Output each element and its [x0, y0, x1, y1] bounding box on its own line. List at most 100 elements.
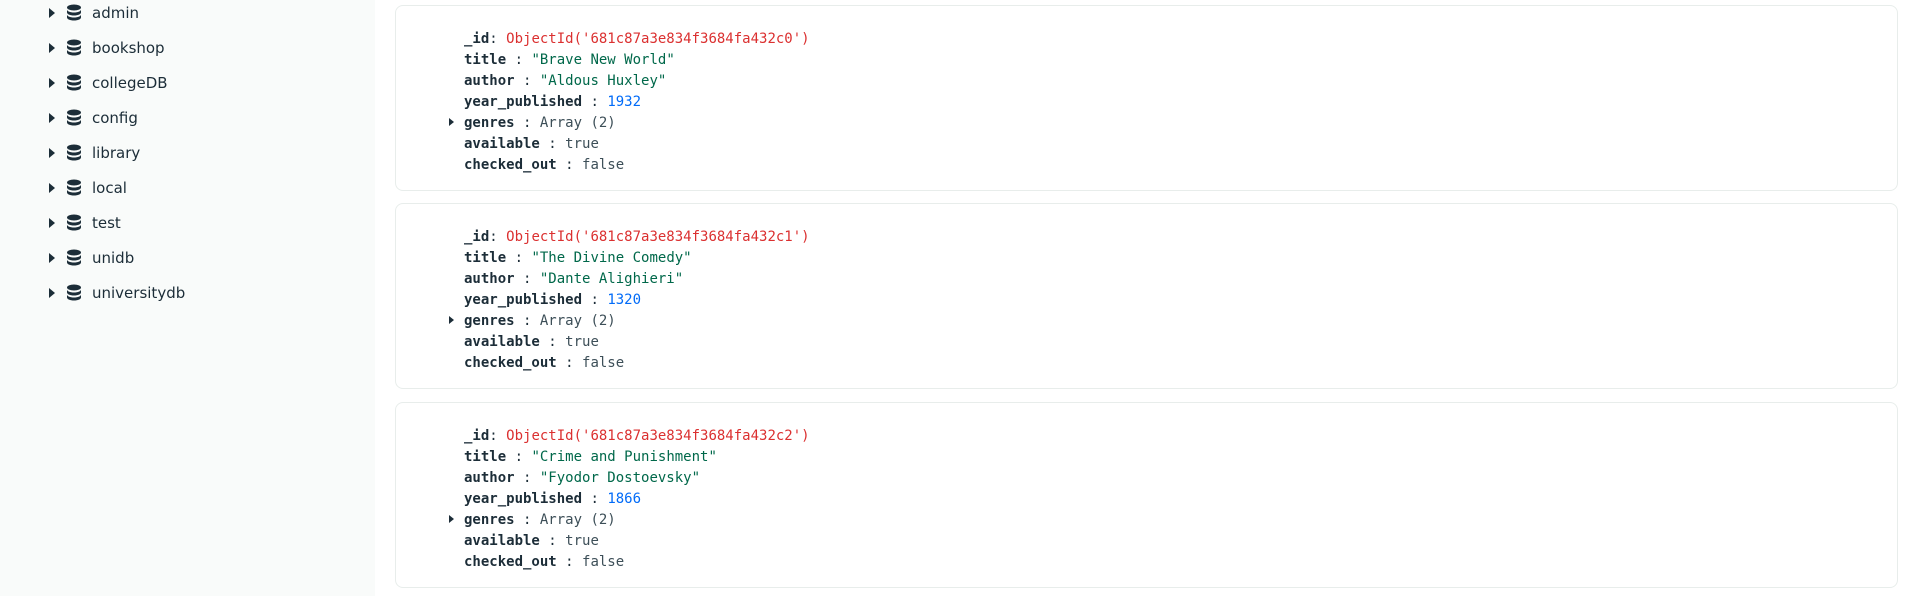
field-value: "Dante Alighieri" — [539, 270, 684, 287]
field-value: "Fyodor Dostoevsky" — [539, 469, 701, 486]
field-key: _id — [464, 228, 490, 245]
field-value: false — [582, 156, 625, 173]
field-value: "Brave New World" — [531, 51, 675, 68]
field-separator: : — [514, 270, 540, 287]
field-separator: : — [539, 532, 566, 549]
sidebar-item-admin[interactable]: admin — [0, 0, 375, 30]
caret-right-icon[interactable] — [49, 287, 55, 298]
field-genres[interactable]: genres : Array (2) — [464, 509, 616, 530]
document-card[interactable]: _id: ObjectId('681c87a3e834f3684fa432c0'… — [395, 5, 1898, 191]
field-year-published: year_published : 1866 — [464, 488, 641, 509]
field-key: year_published — [464, 490, 583, 507]
database-icon — [67, 179, 81, 195]
sidebar-item-unidb[interactable]: unidb — [0, 240, 375, 275]
field-year-published: year_published : 1320 — [464, 289, 641, 310]
field-genres[interactable]: genres : Array (2) — [464, 310, 616, 331]
sidebar-item-label: bookshop — [92, 38, 165, 57]
field-separator: : — [514, 511, 540, 528]
field-key: author — [464, 270, 515, 287]
field-separator: : — [514, 312, 540, 329]
field-value: true — [565, 333, 599, 350]
field-separator: : — [539, 135, 566, 152]
sidebar-item-test[interactable]: test — [0, 205, 375, 240]
field-available: available : true — [464, 530, 599, 551]
field-available: available : true — [464, 331, 599, 352]
sidebar-item-local[interactable]: local — [0, 170, 375, 205]
field-separator: : — [506, 448, 532, 465]
field-separator: : — [556, 553, 583, 570]
field-genres[interactable]: genres : Array (2) — [464, 112, 616, 133]
field-key: author — [464, 72, 515, 89]
caret-right-icon[interactable] — [449, 515, 454, 523]
field-value: ObjectId('681c87a3e834f3684fa432c0') — [506, 30, 810, 47]
field-value: 1320 — [607, 291, 642, 308]
caret-right-icon[interactable] — [49, 7, 55, 18]
sidebar: admin bookshop collegeDB config library — [0, 0, 375, 596]
sidebar-item-label: config — [92, 108, 138, 127]
sidebar-item-universitydb[interactable]: universitydb — [0, 275, 375, 310]
field-separator: : — [514, 114, 540, 131]
field-key: title — [464, 249, 507, 266]
field-value: "The Divine Comedy" — [531, 249, 692, 266]
field-key: available — [464, 532, 540, 549]
sidebar-item-collegedb[interactable]: collegeDB — [0, 65, 375, 100]
field-value: 1866 — [607, 490, 642, 507]
field-title: title : "Crime and Punishment" — [464, 446, 717, 467]
sidebar-item-label: universitydb — [92, 283, 186, 302]
sidebar-item-label: unidb — [92, 248, 135, 267]
sidebar-item-label: test — [92, 213, 121, 232]
document-card[interactable]: _id: ObjectId('681c87a3e834f3684fa432c2'… — [395, 402, 1898, 588]
field-id: _id: ObjectId('681c87a3e834f3684fa432c1'… — [464, 226, 810, 247]
field-separator: : — [582, 490, 608, 507]
database-icon — [67, 214, 81, 230]
field-key: _id — [464, 427, 490, 444]
caret-right-icon[interactable] — [49, 147, 55, 158]
field-value: Array (2) — [539, 511, 616, 528]
field-author: author : "Dante Alighieri" — [464, 268, 683, 289]
field-separator: : — [556, 156, 583, 173]
sidebar-item-label: local — [92, 178, 127, 197]
field-value: ObjectId('681c87a3e834f3684fa432c1') — [506, 228, 810, 245]
sidebar-item-label: library — [92, 143, 141, 162]
field-key: year_published — [464, 291, 583, 308]
field-value: true — [565, 532, 599, 549]
document-card[interactable]: _id: ObjectId('681c87a3e834f3684fa432c1'… — [395, 203, 1898, 389]
field-value: "Crime and Punishment" — [531, 448, 717, 465]
field-separator: : — [582, 93, 608, 110]
field-value: "Aldous Huxley" — [539, 72, 667, 89]
sidebar-item-config[interactable]: config — [0, 100, 375, 135]
app-window: admin bookshop collegeDB config library — [0, 0, 1918, 596]
field-key: title — [464, 51, 507, 68]
field-separator: : — [489, 228, 507, 245]
caret-right-icon[interactable] — [49, 217, 55, 228]
field-author: author : "Fyodor Dostoevsky" — [464, 467, 700, 488]
field-value: Array (2) — [539, 114, 616, 131]
caret-right-icon[interactable] — [49, 77, 55, 88]
caret-right-icon[interactable] — [49, 182, 55, 193]
field-separator: : — [514, 72, 540, 89]
field-key: genres — [464, 511, 515, 528]
field-value: true — [565, 135, 599, 152]
caret-right-icon[interactable] — [49, 112, 55, 123]
field-separator: : — [582, 291, 608, 308]
field-value: Array (2) — [539, 312, 616, 329]
field-author: author : "Aldous Huxley" — [464, 70, 666, 91]
field-id: _id: ObjectId('681c87a3e834f3684fa432c2'… — [464, 425, 810, 446]
sidebar-item-bookshop[interactable]: bookshop — [0, 30, 375, 65]
database-icon — [67, 284, 81, 300]
caret-right-icon[interactable] — [449, 316, 454, 324]
caret-right-icon[interactable] — [49, 42, 55, 53]
field-key: genres — [464, 312, 515, 329]
caret-right-icon[interactable] — [49, 252, 55, 263]
field-separator: : — [514, 469, 540, 486]
field-separator: : — [489, 30, 507, 47]
database-icon — [67, 144, 81, 160]
field-title: title : "The Divine Comedy" — [464, 247, 692, 268]
database-icon — [67, 109, 81, 125]
field-checked-out: checked_out : false — [464, 352, 624, 373]
field-title: title : "Brave New World" — [464, 49, 675, 70]
sidebar-item-library[interactable]: library — [0, 135, 375, 170]
caret-right-icon[interactable] — [449, 118, 454, 126]
field-available: available : true — [464, 133, 599, 154]
database-icon — [67, 74, 81, 90]
